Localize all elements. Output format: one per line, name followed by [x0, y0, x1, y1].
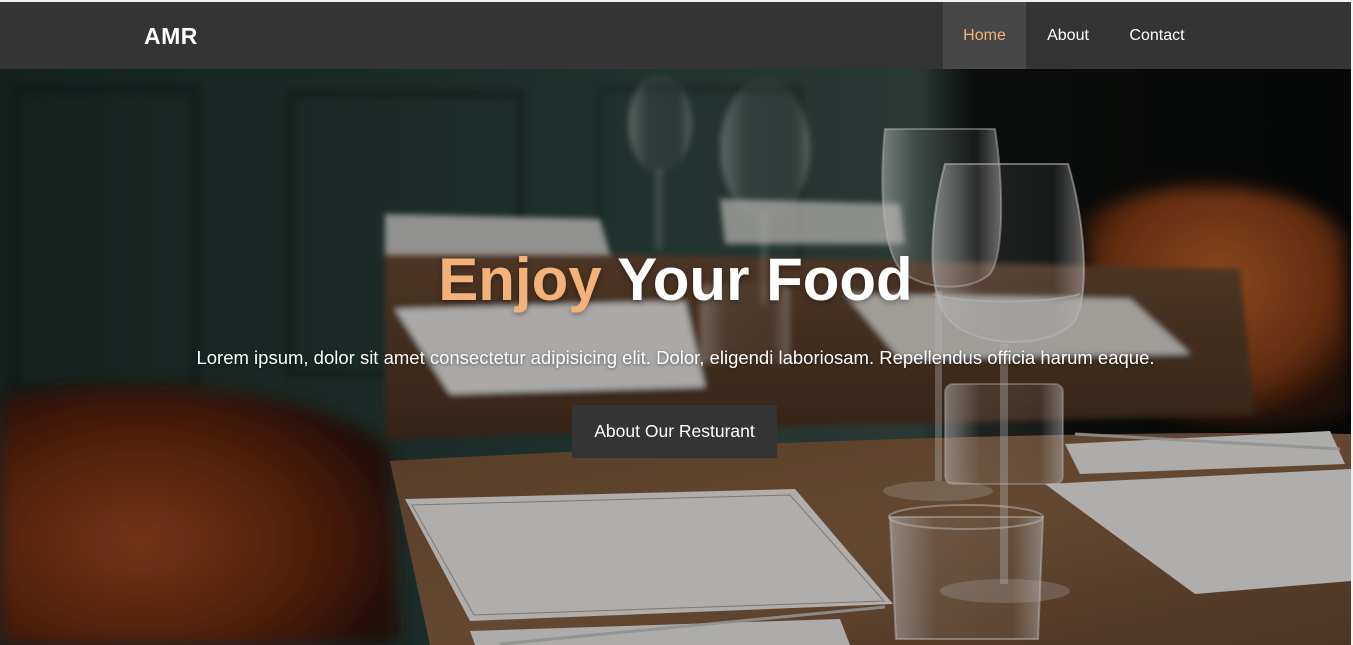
nav-links: Home About Contact: [943, 2, 1204, 69]
hero-title: Enjoy Your Food: [0, 245, 1351, 314]
brand-logo[interactable]: AMR: [144, 23, 198, 50]
hero-title-rest: Your Food: [617, 246, 913, 313]
hero-section: Enjoy Your Food Lorem ipsum, dolor sit a…: [0, 69, 1351, 645]
hero-subtitle: Lorem ipsum, dolor sit amet consectetur …: [196, 347, 1155, 368]
navbar: AMR Home About Contact: [0, 2, 1351, 69]
hero-title-accent: Enjoy: [438, 246, 602, 313]
nav-item-about[interactable]: About: [1026, 2, 1110, 69]
nav-item-home[interactable]: Home: [943, 2, 1026, 69]
nav-item-contact[interactable]: Contact: [1110, 2, 1204, 69]
about-restaurant-button[interactable]: About Our Resturant: [572, 405, 777, 458]
